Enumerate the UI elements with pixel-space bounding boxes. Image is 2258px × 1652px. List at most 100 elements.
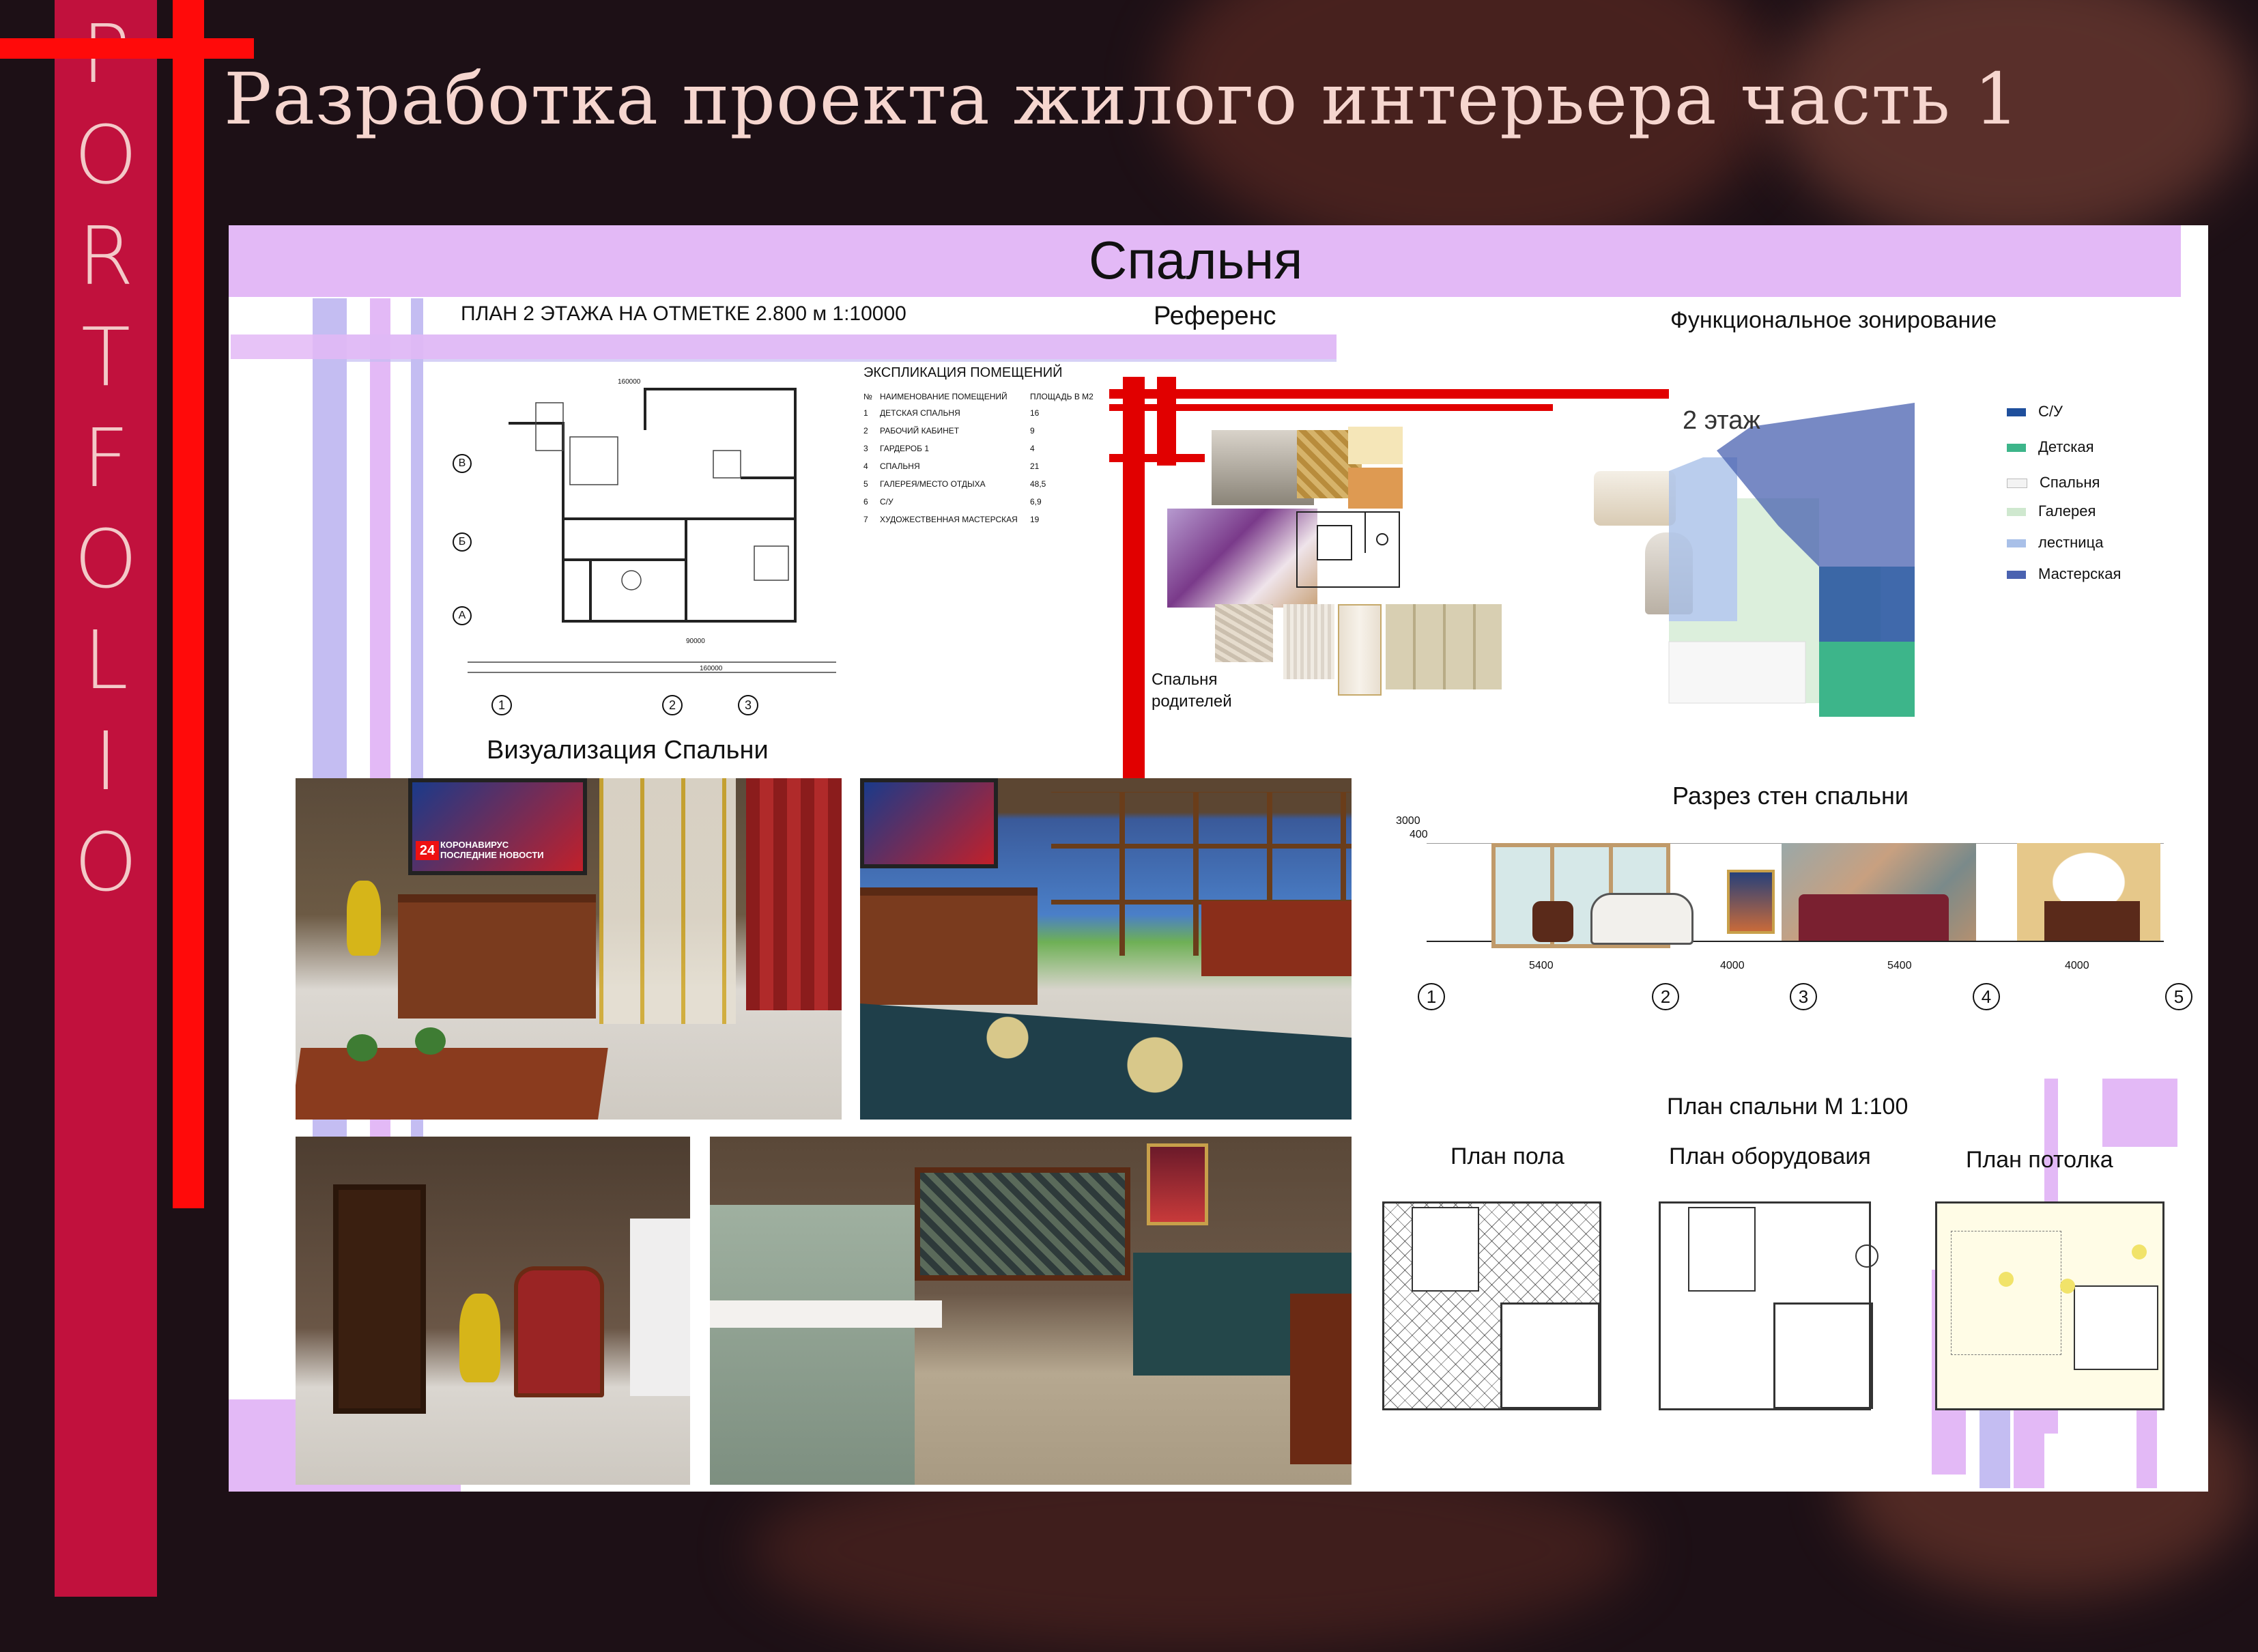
render-painting [1147,1143,1208,1225]
section-title: Разрез стен спальни [1672,782,1909,810]
floor-plan-caption: План пола [1450,1143,1564,1169]
svg-text:90000: 90000 [686,638,705,645]
zoning-legend: С/У Детская Спальня Галерея лестница Мастерск… [2007,403,2177,608]
legend-item: Спальня [2007,474,2100,492]
svg-text:160000: 160000 [618,378,641,386]
section-axis-1: 1 [1418,983,1445,1010]
render-plant [347,1034,377,1062]
ceiling-light [2132,1244,2147,1259]
reference-photo-door [1338,604,1382,696]
reference-caption-line2: родителей [1152,692,1232,711]
plan-title: ПЛАН 2 ЭТАЖА НА ОТМЕТКЕ 2.800 м 1:10000 [461,302,906,325]
explication-cell-area: 19 [1030,515,1040,524]
legend-swatch [2007,408,2026,417]
legend-swatch [2007,571,2026,580]
explication-cell-no: 7 [863,515,868,524]
section-axis-2: 2 [1652,983,1679,1010]
reference-red-bar [1109,389,1669,399]
equipment-bathroom [1773,1302,1873,1409]
render-door [333,1184,426,1414]
ceiling-plan [1935,1201,2164,1410]
render-dresser [398,894,596,1019]
floor-bed-outline [1412,1207,1479,1292]
wall-section-drawing: 3000 400 [1389,812,2181,976]
plan-axis-3: 3 [738,695,758,715]
explication-cell-area: 9 [1030,426,1035,436]
ceiling-light [1999,1272,2014,1287]
render-partition [710,1205,915,1485]
render-vase [347,881,381,956]
legend-swatch [2007,479,2027,489]
explication-cell-name: ГАРДЕРОБ 1 [880,444,929,453]
portfolio-letter: O [74,512,138,606]
explication-title: ЭКСПЛИКАЦИЯ ПОМЕЩЕНИЙ [863,365,1063,380]
render-side-table [1290,1294,1352,1464]
reference-red-bar [1109,404,1553,411]
legend-swatch [2007,508,2026,517]
legend-label: лестница [2038,534,2104,551]
explication-cell-no: 2 [863,426,868,436]
section-axis-5: 5 [2165,983,2192,1010]
section-armchair [1532,901,1573,942]
section-desk [2044,901,2140,941]
reference-mini-plan [1290,498,1420,594]
legend-item: Детская [2007,438,2094,456]
zoning-floor-label: 2 этаж [1683,406,1760,435]
explication-cell-name: ДЕТСКАЯ СПАЛЬНЯ [880,408,960,418]
page-title: Разработка проекта жилого интерьера част… [224,57,2020,141]
equipment-chair [1855,1244,1878,1268]
visualization-title: Визуализация Спальни [487,736,769,765]
section-painting [1727,870,1775,934]
presentation-board: Спальня ПЛАН 2 ЭТАЖА НА ОТМЕТКЕ 2.800 м … [229,225,2208,1492]
render-vase [459,1294,500,1382]
bedroom-plan-title: План спальни М 1:100 [1667,1094,1909,1120]
section-dimension: 5400 [1887,960,1912,971]
section-dimension: 4000 [2065,960,2089,971]
explication-cell-no: 5 [863,479,868,489]
render-tv-ticker: КОРОНАВИРУС ПОСЛЕДНИЕ НОВОСТИ [440,840,544,860]
explication-row: 7 ХУДОЖЕСТВЕННАЯ МАСТЕРСКАЯ 19 [863,515,1157,524]
render-screen-divider [599,778,736,1024]
explication-row: 2 РАБОЧИЙ КАБИНЕТ 9 [863,426,1157,436]
legend-label: Детская [2038,438,2094,455]
equipment-bed [1688,1207,1756,1292]
explication-row: 6 С/У 6,9 [863,497,1157,507]
equipment-plan-caption: План оборудоваия [1669,1143,1871,1169]
svg-text:160000: 160000 [700,665,723,672]
legend-swatch [2007,539,2026,548]
ceiling-light-zone [1951,1231,2061,1355]
reference-photo-wood [1283,604,1334,679]
explication-col-area: ПЛОЩАДЬ В М2 [1030,392,1094,401]
legend-item: Галерея [2007,502,2096,520]
legend-label: Галерея [2038,502,2096,519]
legend-item: С/У [2007,403,2063,421]
render-chair [514,1266,604,1397]
explication-cell-name: РАБОЧИЙ КАБИНЕТ [880,426,960,436]
explication-cell-name: СПАЛЬНЯ [880,461,920,471]
room-title: Спальня [1089,230,1303,290]
explication-cell-name: ХУДОЖЕСТВЕННАЯ МАСТЕРСКАЯ [880,515,1018,524]
legend-swatch [2007,444,2026,453]
render-tv-screen [860,778,998,868]
reference-caption-line1: Спальня [1152,670,1218,689]
red-vertical-bar [173,0,204,1208]
reference-photo-rug [1215,604,1273,662]
section-axis-4: 4 [1973,983,2000,1010]
section-height-total: 3000 [1396,815,1420,827]
explication-row: 4 СПАЛЬНЯ 21 [863,461,1157,471]
explication-cell-no: 1 [863,408,868,418]
explication-cell-no: 3 [863,444,868,453]
legend-label: Мастерская [2038,565,2121,582]
floor-tile-plan [1382,1201,1601,1410]
portfolio-letter: I [94,714,118,808]
render-tv-room: 24 КОРОНАВИРУС ПОСЛЕДНИЕ НОВОСТИ [296,778,842,1120]
explication-cell-area: 6,9 [1030,497,1042,507]
render-bed-window [860,778,1352,1120]
render-counter [710,1300,942,1328]
zoning-diagram: 2 этаж [1655,382,1983,737]
explication-col-no: № [863,392,872,401]
explication-cell-name: С/У [880,497,894,507]
portfolio-letter: O [74,108,138,202]
plan-axis-2: 2 [662,695,683,715]
legend-item: лестница [2007,534,2103,552]
